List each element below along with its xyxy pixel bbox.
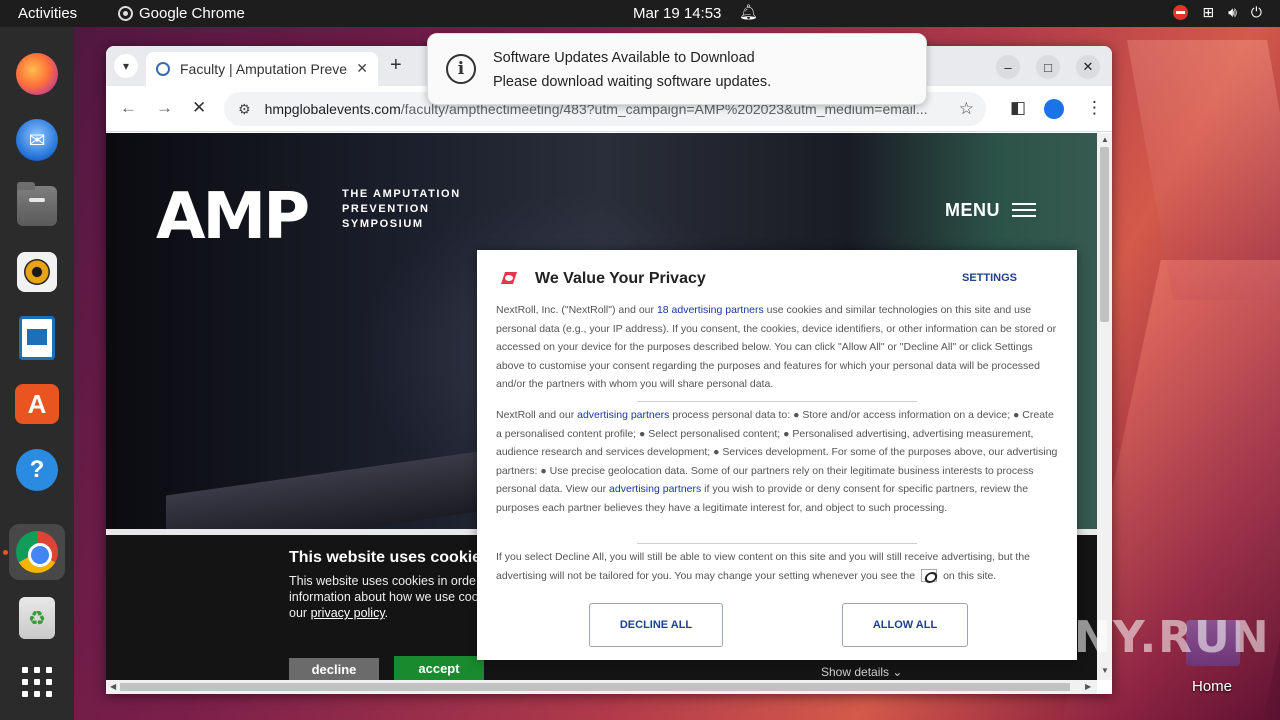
tab-faculty[interactable]: Faculty | Amputation Prevention Symposiu… [146, 52, 378, 86]
show-apps-button[interactable] [9, 654, 65, 710]
cookie-text: This website uses cookies in orde inform… [289, 574, 479, 620]
dock-software[interactable]: A [9, 376, 65, 432]
dock-chrome[interactable] [9, 524, 65, 580]
activities-button[interactable]: Activities [18, 5, 77, 22]
trash-icon: ♻ [19, 597, 55, 639]
privacy-paragraph-1: NextRoll, Inc. ("NextRoll") and our 18 a… [496, 304, 1057, 390]
minimize-button[interactable]: – [996, 55, 1020, 79]
loading-favicon-icon [156, 62, 170, 76]
home-folder-label[interactable]: Home [1192, 678, 1232, 695]
horizontal-scrollbar[interactable]: ◀ ▶ [106, 680, 1097, 694]
help-icon: ? [16, 449, 58, 491]
chevron-down-icon: ⌄ [892, 665, 903, 679]
stop-button[interactable]: ✕ [192, 98, 206, 118]
advertising-partners-link[interactable]: advertising partners [609, 483, 701, 495]
vertical-scrollbar[interactable]: ▲ ▼ [1097, 133, 1112, 680]
bookmark-star-icon[interactable]: ☆ [959, 99, 974, 119]
back-button[interactable]: ← [120, 98, 137, 118]
dock-files[interactable] [9, 178, 65, 234]
system-tray[interactable]: ⊞ 🔊︎ ⏻ [1173, 4, 1262, 21]
thunderbird-icon: ✉ [16, 119, 58, 161]
nextroll-mini-icon[interactable] [921, 569, 938, 583]
dock-thunderbird[interactable]: ✉ [9, 112, 65, 168]
scroll-right-icon[interactable]: ▶ [1085, 682, 1091, 691]
amp-logo[interactable]: AMP [156, 185, 310, 249]
info-icon: i [446, 54, 476, 84]
tab-search-button[interactable]: ▾ [114, 54, 138, 78]
profile-avatar[interactable] [1044, 99, 1064, 119]
close-tab-icon[interactable]: ✕ [356, 60, 368, 77]
firefox-icon [16, 53, 58, 95]
privacy-policy-link[interactable]: privacy policy [311, 606, 385, 620]
privacy-title: We Value Your Privacy [535, 270, 706, 287]
close-window-button[interactable]: ✕ [1076, 55, 1100, 79]
writer-icon [19, 316, 55, 360]
files-icon [17, 182, 57, 226]
scroll-thumb[interactable] [1100, 147, 1109, 322]
app-menu[interactable]: Google Chrome [118, 5, 245, 22]
chrome-icon [16, 531, 58, 573]
maximize-button[interactable]: □ [1036, 55, 1060, 79]
nextroll-logo-icon [501, 272, 517, 284]
notification-bell-icon: 🔔︎ [739, 4, 759, 21]
show-details-link[interactable]: Show details ⌄ [821, 665, 902, 679]
divider [637, 401, 917, 402]
software-store-icon: A [15, 384, 59, 424]
dock-help[interactable]: ? [9, 442, 65, 498]
tab-title: Faculty | Amputation Prevention Symposiu… [180, 61, 348, 77]
privacy-settings-button[interactable]: SETTINGS [962, 272, 1017, 284]
dock-writer[interactable] [9, 310, 65, 366]
dock-rhythmbox[interactable] [9, 244, 65, 300]
advertising-partners-link[interactable]: advertising partners [577, 409, 669, 421]
cookie-decline-button[interactable]: decline [289, 658, 379, 680]
privacy-paragraph-2: NextRoll and our advertising partners pr… [496, 409, 1058, 514]
scroll-thumb[interactable] [120, 683, 1070, 691]
network-icon: ⊞ [1202, 4, 1215, 20]
scroll-left-icon[interactable]: ◀ [110, 682, 116, 691]
forward-button[interactable]: → [156, 98, 173, 118]
menu-dots-icon[interactable]: ⋮ [1086, 98, 1103, 118]
privacy-paragraph-3: If you select Decline All, you will stil… [496, 551, 1031, 583]
rhythmbox-icon [17, 252, 57, 292]
dock: ✉ A ? ♻ [0, 27, 74, 720]
site-menu-button[interactable]: MENU [945, 199, 1036, 221]
advertising-partners-link[interactable]: 18 advertising partners [657, 304, 764, 316]
app-name: Google Chrome [139, 5, 245, 22]
menu-label: MENU [945, 199, 1000, 220]
divider [637, 543, 917, 544]
top-bar: Activities Google Chrome Mar 19 14:53 🔔︎… [0, 0, 1280, 27]
apps-grid-icon [22, 667, 52, 697]
decline-all-button[interactable]: DECLINE ALL [589, 603, 723, 647]
dock-trash[interactable]: ♻ [9, 590, 65, 646]
cookie-title: This website uses cookies [289, 549, 490, 566]
hamburger-icon [1012, 199, 1036, 221]
url-host: hmpglobalevents.com [264, 101, 401, 117]
allow-all-button[interactable]: ALLOW ALL [842, 603, 968, 647]
cookie-accept-button[interactable]: accept [394, 656, 484, 680]
notification-title: Software Updates Available to Download [493, 50, 755, 66]
running-indicator [3, 550, 8, 555]
notification-body: Please download waiting software updates… [493, 74, 772, 90]
amp-tagline: THE AMPUTATION PREVENTION SYMPOSIUM [342, 188, 461, 230]
scroll-down-icon[interactable]: ▼ [1101, 666, 1109, 675]
volume-icon: 🔊︎ [1228, 4, 1237, 20]
do-not-disturb-icon [1173, 5, 1189, 20]
clock[interactable]: Mar 19 14:53 [633, 5, 721, 22]
dock-firefox[interactable] [9, 46, 65, 102]
anyrun-watermark: ANY.RUN [1038, 612, 1271, 663]
site-info-icon[interactable]: ⚙ [238, 101, 251, 118]
privacy-consent-dialog: We Value Your Privacy SETTINGS NextRoll,… [477, 250, 1077, 660]
scroll-up-icon[interactable]: ▲ [1101, 135, 1109, 144]
power-icon: ⏻ [1250, 4, 1262, 20]
chrome-icon [118, 6, 133, 21]
chevron-down-icon: ▾ [122, 59, 130, 73]
new-tab-button[interactable]: + [390, 54, 402, 77]
update-notification[interactable]: i Software Updates Available to Download… [427, 33, 927, 105]
side-panel-icon[interactable]: ◧ [1010, 98, 1026, 118]
